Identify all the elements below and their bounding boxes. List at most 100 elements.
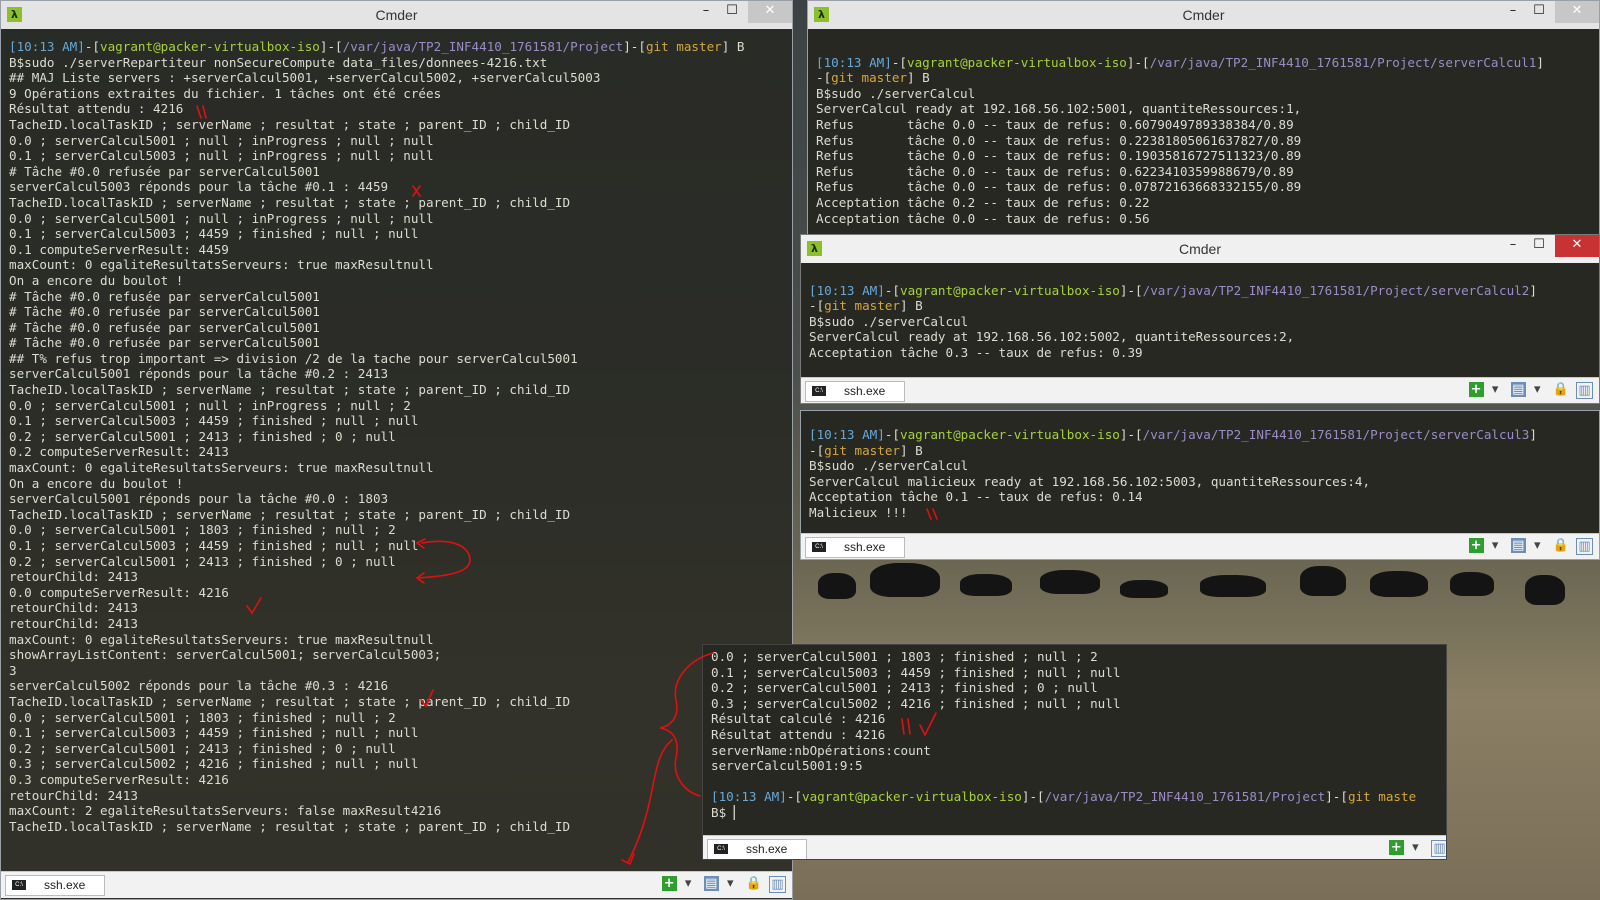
terminal-text: ServerCalcul malicieux ready at 192.168.… (809, 473, 1371, 489)
prompt-segment: vagrant@packer-virtualbox-iso (802, 789, 1022, 805)
chevron-down-icon[interactable]: ▾ (1488, 382, 1503, 397)
terminal-line: ## MAJ Liste servers : +serverCalcul5001… (9, 70, 792, 86)
terminal-line: On a encore du boulot ! (9, 476, 792, 492)
layout-icon[interactable]: ▥ (769, 876, 786, 893)
chevron-down-icon[interactable]: ▾ (1530, 538, 1545, 553)
terminal-text: Acceptation tâche 0.3 -- taux de refus: … (809, 344, 1143, 360)
layout-icon[interactable]: ▥ (1576, 382, 1593, 399)
terminal-line: # Tâche #0.0 refusée par serverCalcul500… (9, 304, 792, 320)
terminal-text: 0.0 ; serverCalcul5001 ; null ; inProgre… (9, 132, 434, 148)
lock-icon[interactable]: 🔒 (746, 876, 762, 891)
server3-cmder-window: [10:13 AM]-[vagrant@packer-virtualbox-is… (800, 410, 1600, 560)
terminal-line: Résultat attendu : 4216 (9, 101, 792, 117)
minimize-icon[interactable]: – (1499, 235, 1527, 257)
minimize-icon[interactable]: – (692, 1, 720, 23)
chevron-down-icon[interactable]: ▾ (1488, 538, 1503, 553)
terminal-text: 0.2 ; serverCalcul5001 ; 2413 ; finished… (9, 428, 396, 444)
terminal-line: 0.1 ; serverCalcul5003 ; 4459 ; finished… (9, 226, 792, 242)
terminal-text: 0.0 computeServerResult: 4216 (9, 584, 229, 600)
maximize-icon[interactable]: ☐ (1525, 235, 1553, 257)
chevron-down-icon[interactable]: ▾ (1530, 382, 1545, 397)
main-terminal-output[interactable]: [10:13 AM]-[vagrant@packer-virtualbox-is… (9, 39, 792, 834)
terminal-line: Résultat calculé : 4216 (711, 711, 1446, 727)
tab-ssh[interactable]: C:\ ssh.exe (707, 839, 807, 859)
prompt-segment: -[ (786, 789, 802, 805)
terminal-line: ServerCalcul ready at 192.168.56.102:500… (816, 101, 1599, 117)
terminal-line: B$sudo ./serverCalcul (809, 314, 1599, 330)
terminal-text: Malicieux !!! (809, 504, 908, 520)
terminal-text: # Tâche #0.0 refusée par serverCalcul500… (9, 335, 320, 351)
chevron-down-icon[interactable]: ▾ (1408, 840, 1423, 855)
add-tab-icon[interactable]: + (661, 876, 677, 891)
prompt-segment: /var/java/TP2_INF4410_1761581/Project/se… (1149, 54, 1537, 70)
add-tab-icon[interactable]: + (1468, 382, 1484, 397)
add-tab-icon[interactable]: + (1388, 840, 1404, 855)
tab-ssh[interactable]: C:\ ssh.exe (805, 381, 905, 402)
terminal-text: 0.1 ; serverCalcul5003 ; 4459 ; finished… (9, 413, 419, 429)
terminal-line: Refus tâche 0.0 -- taux de refus: 0.6223… (816, 164, 1599, 180)
terminal-line: Refus tâche 0.0 -- taux de refus: 0.0787… (816, 179, 1599, 195)
settings-icon[interactable]: ▤ (1510, 538, 1526, 553)
lock-icon[interactable]: 🔒 (1553, 538, 1569, 553)
lock-icon[interactable]: 🔒 (1553, 382, 1569, 397)
settings-icon[interactable]: ▤ (703, 876, 719, 891)
settings-icon[interactable]: ▤ (1510, 382, 1526, 397)
add-tab-icon[interactable]: + (1468, 538, 1484, 553)
text-cursor: ▏ (733, 804, 742, 820)
close-icon[interactable]: ✕ (1555, 1, 1599, 23)
prompt-segment: vagrant@packer-virtualbox-iso (907, 54, 1127, 70)
main-window-titlebar[interactable]: λ Cmder – ☐ ✕ (1, 1, 792, 29)
tab-label: ssh.exe (844, 540, 886, 554)
layout-icon[interactable]: ▥ (1431, 840, 1446, 857)
terminal-text: 0.1 ; serverCalcul5003 ; 4459 ; finished… (9, 725, 419, 741)
result-terminal-output[interactable]: 0.0 ; serverCalcul5001 ; 1803 ; finished… (711, 649, 1446, 821)
terminal-text: # Tâche #0.0 refusée par serverCalcul500… (9, 288, 320, 304)
terminal-text: TacheID.localTaskID ; serverName ; resul… (9, 194, 571, 210)
terminal-text: 0.1 computeServerResult: 4459 (9, 241, 229, 257)
layout-icon[interactable]: ▥ (1576, 538, 1593, 555)
server3-terminal-output[interactable]: [10:13 AM]-[vagrant@packer-virtualbox-is… (809, 427, 1599, 521)
terminal-text: serverCalcul5001 réponds pour la tâche #… (9, 366, 389, 382)
tab-bar-tools: + ▾ ▤ ▾ 🔒 ▥ (1465, 382, 1593, 400)
terminal-text: 0.0 ; serverCalcul5001 ; 1803 ; finished… (9, 709, 396, 725)
terminal-line: TacheID.localTaskID ; serverName ; resul… (9, 382, 792, 398)
terminal-line: 0.1 computeServerResult: 4459 (9, 242, 792, 258)
terminal-text: B$sudo ./serverCalcul (809, 458, 969, 474)
terminal-text: # Tâche #0.0 refusée par serverCalcul500… (9, 304, 320, 320)
chevron-down-icon[interactable]: ▾ (723, 876, 738, 891)
server1-terminal-output[interactable]: [10:13 AM]-[vagrant@packer-virtualbox-is… (816, 39, 1599, 226)
terminal-text: ServerCalcul ready at 192.168.56.102:500… (809, 329, 1295, 345)
maximize-icon[interactable]: ☐ (718, 1, 746, 23)
minimize-icon[interactable]: – (1499, 1, 1527, 23)
maximize-icon[interactable]: ☐ (1525, 1, 1553, 23)
tab-ssh[interactable]: C:\ ssh.exe (5, 875, 105, 896)
terminal-line: 0.0 ; serverCalcul5001 ; null ; inProgre… (9, 133, 792, 149)
server2-window-titlebar[interactable]: λ Cmder – ☐ ✕ (801, 235, 1599, 263)
tab-ssh[interactable]: C:\ ssh.exe (805, 537, 905, 558)
terminal-line: retourChild: 2413 (9, 788, 792, 804)
prompt-segment: vagrant@packer-virtualbox-iso (100, 39, 320, 54)
terminal-line: # Tâche #0.0 refusée par serverCalcul500… (9, 164, 792, 180)
terminal-text: 3 (9, 662, 17, 678)
terminal-line: maxCount: 0 egaliteResultatsServeurs: tr… (9, 257, 792, 273)
terminal-line: 0.0 ; serverCalcul5001 ; 1803 ; finished… (9, 710, 792, 726)
server1-window-titlebar[interactable]: λ Cmder – ☐ ✕ (808, 1, 1599, 29)
server2-terminal-output[interactable]: [10:13 AM]-[vagrant@packer-virtualbox-is… (809, 267, 1599, 361)
terminal-line: 0.0 ; serverCalcul5001 ; null ; inProgre… (9, 211, 792, 227)
prompt-segment: git master (824, 442, 900, 458)
terminal-line: Malicieux !!! (809, 505, 1599, 521)
terminal-line: retourChild: 2413 (9, 569, 792, 585)
tab-bar-tools: + ▾ ▥ (1385, 840, 1446, 858)
terminal-text: Résultat attendu : 4216 (9, 101, 184, 117)
terminal-text: serverName:nbOpérations:count (711, 742, 931, 758)
prompt-segment: ]-[ (1119, 282, 1143, 298)
close-icon[interactable]: ✕ (748, 1, 792, 23)
terminal-text: TacheID.localTaskID ; serverName ; resul… (9, 382, 571, 398)
close-icon[interactable]: ✕ (1555, 235, 1599, 257)
terminal-line: ## T% refus trop important => division /… (9, 351, 792, 367)
terminal-text: TacheID.localTaskID ; serverName ; resul… (9, 116, 571, 132)
terminal-text: Refus tâche 0.0 -- taux de refus: 0.6223… (816, 163, 1294, 179)
chevron-down-icon[interactable]: ▾ (681, 876, 696, 891)
